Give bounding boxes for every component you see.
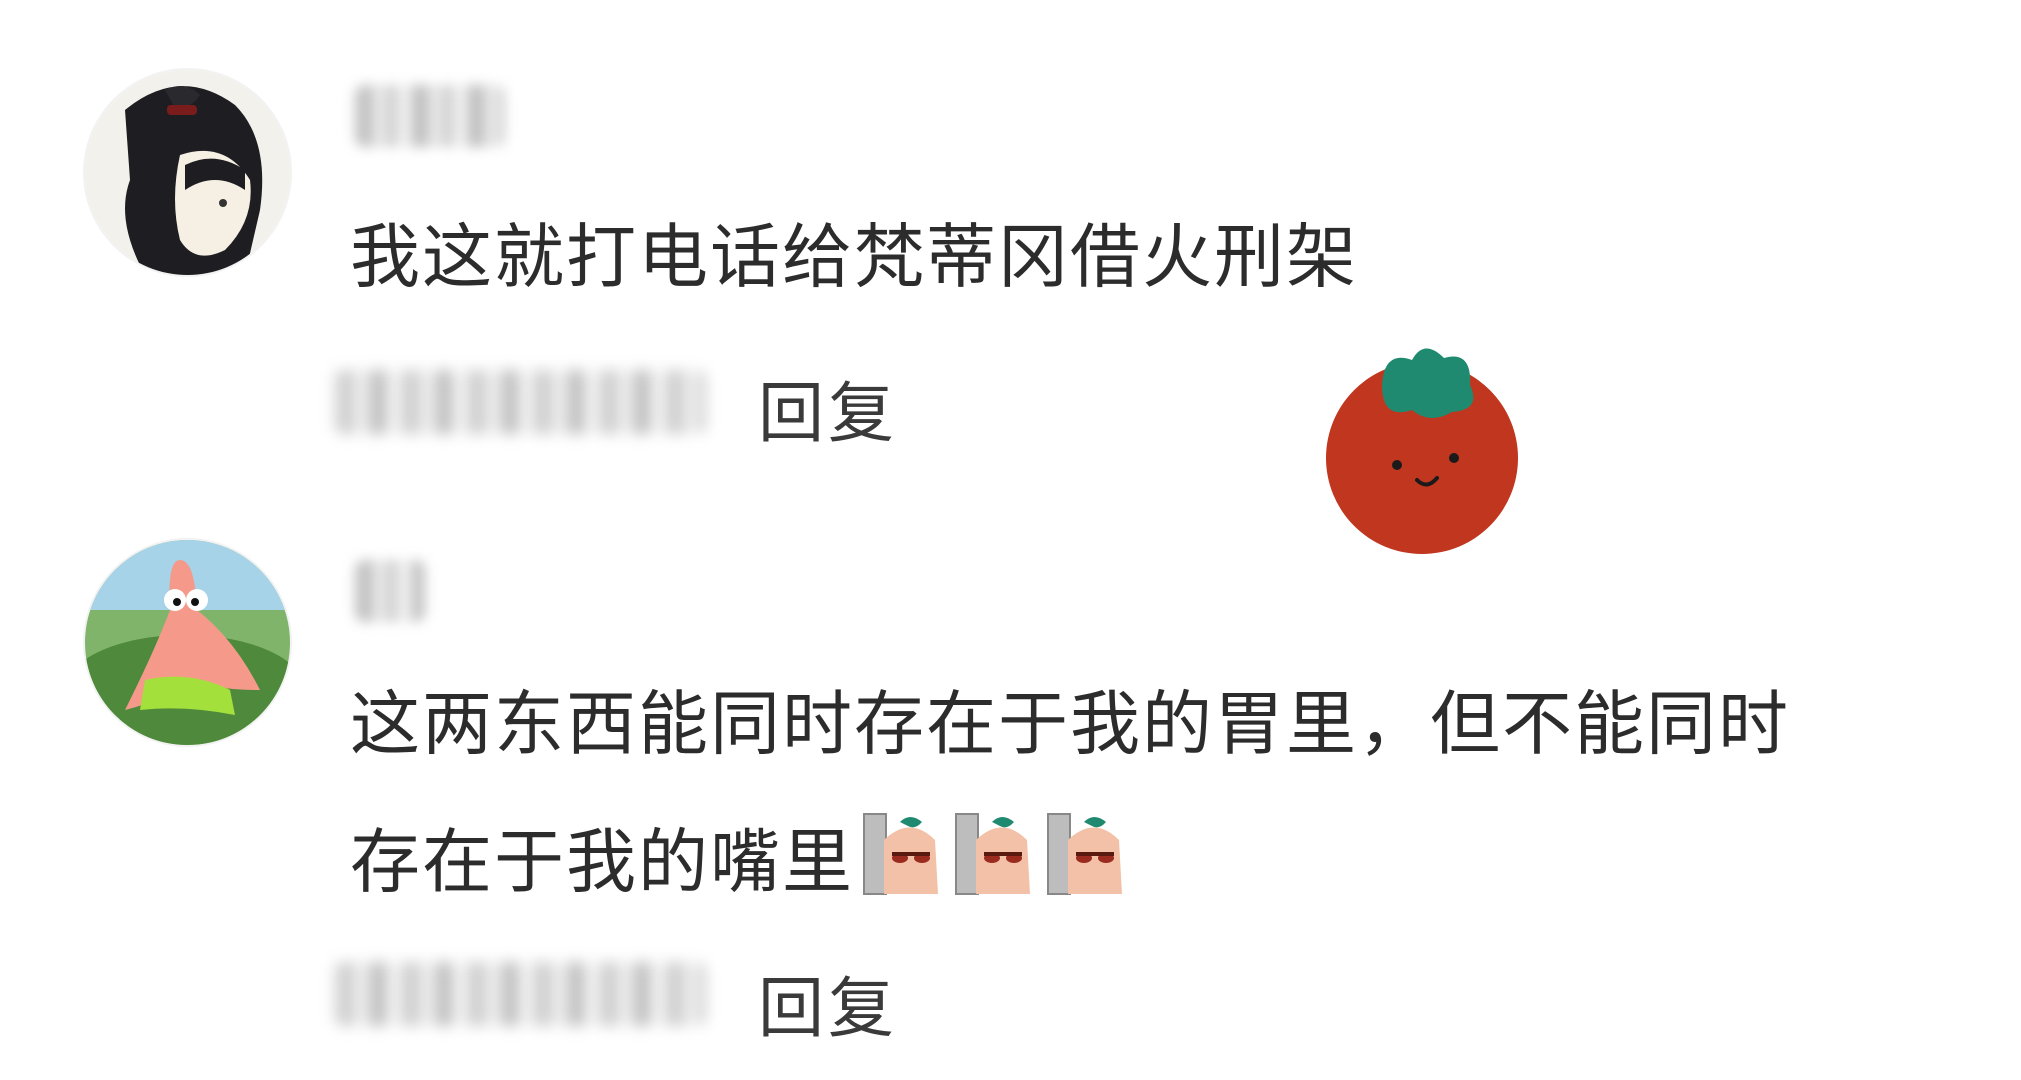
comment-text-line-2: 存在于我的嘴里 xyxy=(350,810,1132,914)
timestamp-blurred xyxy=(335,962,705,1026)
tomato-sticker-icon xyxy=(1326,348,1518,554)
peeking-sticker-emoji-icon xyxy=(955,813,1030,895)
comment-text-line-1: 这两东西能同时存在于我的胃里，但不能同时 xyxy=(350,683,1790,765)
user-avatar[interactable] xyxy=(85,70,290,275)
reply-button[interactable]: 回复 xyxy=(758,360,898,456)
reply-button[interactable]: 回复 xyxy=(758,955,898,1051)
username-blurred[interactable] xyxy=(355,560,425,622)
username-blurred[interactable] xyxy=(355,85,505,147)
timestamp-blurred xyxy=(335,370,705,434)
anime-girl-avatar-icon xyxy=(85,70,290,275)
peeking-sticker-emoji-icon xyxy=(863,813,938,895)
patrick-star-avatar-icon xyxy=(85,540,290,745)
comment-text-line-2-text: 存在于我的嘴里 xyxy=(350,821,854,903)
emoji-row xyxy=(860,810,1132,898)
peeking-sticker-emoji-icon xyxy=(1047,813,1122,895)
user-avatar[interactable] xyxy=(85,540,290,745)
comment-text: 我这就打电话给梵蒂冈借火刑架 xyxy=(350,216,1358,298)
